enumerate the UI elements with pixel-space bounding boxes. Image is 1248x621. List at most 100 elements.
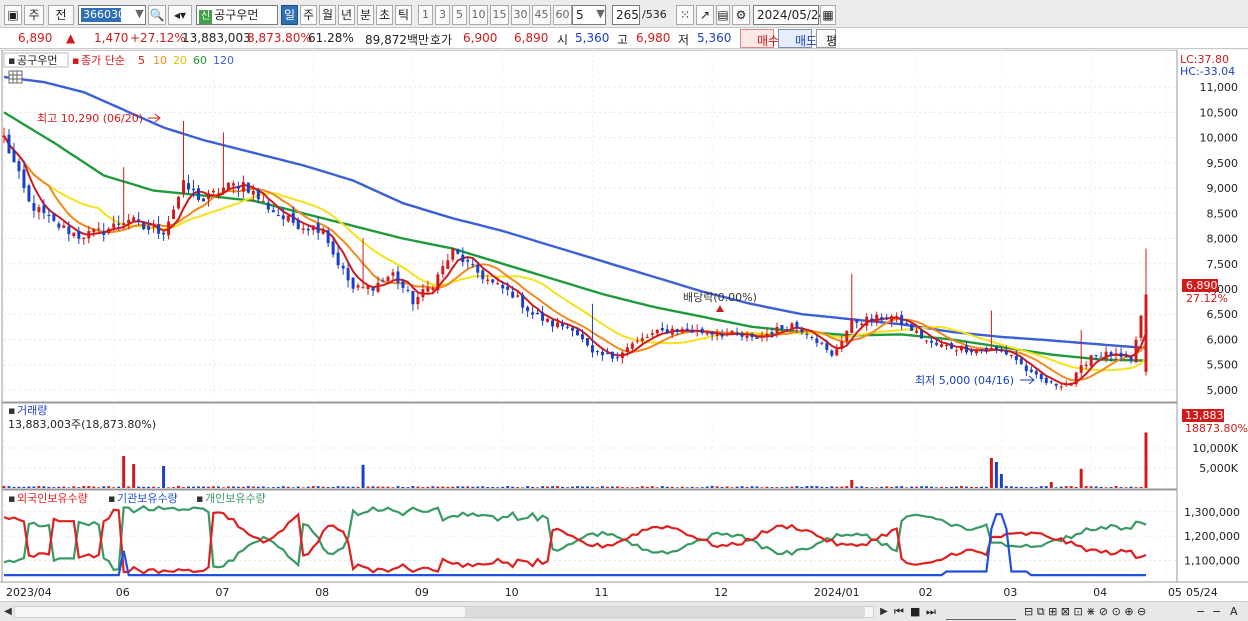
scroll-left-icon[interactable]: ◀ — [2, 605, 14, 619]
volume-bar — [301, 487, 305, 488]
candle-body — [700, 328, 704, 333]
candle-body — [366, 285, 370, 290]
chevron-down-icon[interactable]: ▼ — [133, 5, 146, 25]
candle-body — [411, 291, 415, 305]
minute-button-3[interactable]: 3 — [435, 5, 450, 25]
minute-button-1[interactable]: 1 — [418, 5, 433, 25]
candle-body — [1089, 355, 1093, 367]
volume-bar — [685, 487, 689, 488]
volume-bar — [1114, 486, 1118, 488]
minute-button-5[interactable]: 5 — [452, 5, 467, 25]
volume-summary: 13,883,003주(18,873.80%) — [8, 418, 156, 431]
volume-bar — [760, 487, 764, 488]
candle-body — [291, 212, 295, 223]
eval-button[interactable]: 평 — [816, 29, 837, 48]
candle-body — [431, 288, 435, 291]
volume-bar — [566, 487, 570, 488]
prev-label: 전 — [55, 8, 67, 22]
candle-body — [994, 346, 998, 350]
candle-body — [675, 329, 679, 333]
volume-bar — [251, 486, 255, 488]
period-select[interactable]: 주 — [24, 5, 44, 25]
volume-bar — [276, 486, 280, 488]
minute-button-15[interactable]: 15 — [490, 5, 509, 25]
minute-button-30[interactable]: 30 — [511, 5, 530, 25]
count-dropdown-icon[interactable]: ▼ — [594, 5, 607, 25]
date-input[interactable]: 2024/05/24 — [753, 5, 826, 25]
period-button-1[interactable]: 주 — [300, 5, 317, 25]
minute-button-10[interactable]: 10 — [469, 5, 488, 25]
chart-svg[interactable]: 5,0005,5006,0006,5007,0007,5008,0008,500… — [0, 49, 1248, 601]
tools-icon[interactable]: ⊟ ⧉ ⊞ ⊠ ⊡ ⋇ ⊘ ⊙ ⊕ ⊖ — [1024, 604, 1146, 620]
period-button-2[interactable]: 월 — [319, 5, 336, 25]
period-button-5[interactable]: 초 — [376, 5, 393, 25]
scroll-track[interactable] — [14, 606, 874, 618]
candle-body — [137, 219, 141, 222]
volume-bar — [690, 486, 694, 488]
zoom-icon[interactable]: ⁙ — [676, 5, 694, 25]
minute-button-60[interactable]: 60 — [553, 5, 572, 25]
volume-bar — [107, 486, 111, 488]
table-icon[interactable] — [8, 70, 23, 84]
volume-bar — [625, 487, 629, 488]
scroll-right-icon[interactable]: ▶ — [878, 605, 890, 619]
y-tick-label: 6,500 — [1207, 308, 1239, 321]
zoom-out-icon[interactable]: − — [1196, 604, 1205, 620]
volume-bar — [610, 486, 614, 488]
volume-bar — [117, 486, 121, 488]
legend-marker: ▪ — [196, 492, 203, 505]
x-tick-label: 11 — [594, 586, 608, 599]
candle-body — [695, 330, 699, 332]
range-input[interactable]: 265 — [612, 5, 640, 25]
minute-button-45[interactable]: 45 — [532, 5, 551, 25]
search-icon[interactable]: 🔍 — [148, 5, 166, 25]
volume-bar — [356, 486, 360, 488]
forward-icon[interactable]: ⏭ — [926, 604, 936, 620]
draw-tool-icon[interactable]: ↗ — [696, 5, 714, 25]
candle-body — [710, 331, 714, 335]
candle-body — [521, 294, 525, 308]
volume-bar — [1074, 486, 1078, 488]
period-button-3[interactable]: 년 — [338, 5, 355, 25]
chart-area[interactable]: 5,000 5,500 6,000 6,500 7,000 7,500 8,000 8,500… — [0, 49, 1248, 601]
prev-button[interactable]: 전 — [48, 5, 74, 25]
volume-bar — [700, 487, 704, 488]
volume-bar — [720, 487, 724, 488]
period-button-6[interactable]: 틱 — [395, 5, 412, 25]
stop-icon[interactable]: ■ — [910, 604, 920, 620]
calendar-icon[interactable]: ▦ — [820, 5, 836, 25]
layout-icon[interactable]: ▣ — [4, 5, 22, 25]
scroll-thumb[interactable] — [465, 607, 865, 617]
volume-bar — [835, 486, 839, 488]
buy-button[interactable]: 매수 — [740, 29, 779, 48]
volume-bar — [466, 486, 470, 488]
candle-body — [940, 344, 944, 347]
speed-slider[interactable] — [946, 604, 1016, 620]
font-size-icon[interactable]: A — [1230, 604, 1238, 620]
candle-body — [92, 229, 96, 233]
save-icon[interactable]: ▤ — [716, 5, 730, 25]
candle-body — [989, 348, 993, 350]
candle-body — [740, 333, 744, 337]
period-button-0[interactable]: 일 — [281, 5, 298, 25]
gear-icon[interactable]: ⚙ — [732, 5, 750, 25]
stock-name-field[interactable]: 신 공구우먼 — [196, 5, 278, 25]
volume-bar — [406, 487, 410, 488]
candle-body — [1114, 353, 1118, 355]
candle-body — [845, 330, 849, 342]
candle-body — [187, 183, 191, 190]
rewind-icon[interactable]: ⏮ — [894, 604, 904, 620]
volume-bar — [635, 487, 639, 488]
sell-button[interactable]: 매도 — [778, 29, 817, 48]
period-button-4[interactable]: 분 — [357, 5, 374, 25]
y-tick-label: 9,000 — [1207, 182, 1239, 195]
candle-body — [1049, 381, 1053, 383]
candle-body — [890, 316, 894, 322]
volume-bar — [22, 486, 26, 488]
candle-body — [196, 188, 200, 200]
candle-body — [17, 161, 21, 172]
candle-body — [456, 249, 460, 254]
zoom-reset-icon[interactable]: − — [1212, 604, 1221, 620]
candle-body — [496, 283, 500, 285]
speaker-icon[interactable]: ◂▾ — [168, 5, 192, 25]
